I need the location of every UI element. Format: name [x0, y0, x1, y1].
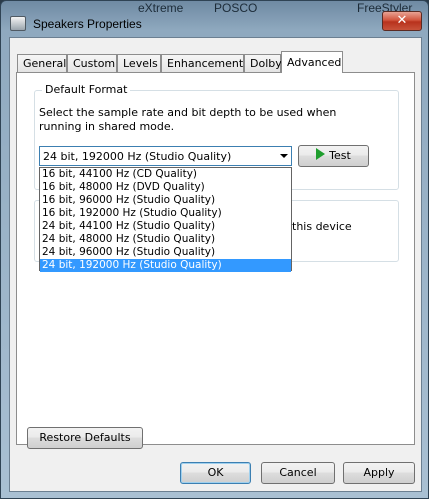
test-button[interactable]: Test: [298, 145, 369, 167]
tab-general[interactable]: General: [17, 54, 67, 72]
default-format-label: Default Format: [42, 83, 131, 96]
dropdown-option[interactable]: 16 bit, 192000 Hz (Studio Quality): [40, 207, 291, 220]
background-app-text: POSCO: [214, 1, 258, 15]
dropdown-option[interactable]: 16 bit, 44100 Hz (CD Quality): [40, 168, 291, 181]
dropdown-option[interactable]: 24 bit, 96000 Hz (Studio Quality): [40, 246, 291, 259]
tab-enhancements[interactable]: Enhancements: [161, 54, 249, 72]
test-button-label: Test: [329, 149, 351, 162]
combobox-selected-value: 24 bit, 192000 Hz (Studio Quality): [43, 150, 232, 163]
speaker-app-icon: [10, 16, 26, 31]
play-icon: [316, 148, 326, 160]
ok-button[interactable]: OK: [180, 462, 251, 484]
sample-rate-dropdown-list: 16 bit, 44100 Hz (CD Quality) 16 bit, 48…: [39, 167, 292, 272]
dropdown-option[interactable]: 16 bit, 48000 Hz (DVD Quality): [40, 181, 291, 194]
speakers-properties-window: eXtreme POSCO FreeStyler Speakers Proper…: [0, 0, 429, 499]
chevron-down-icon[interactable]: [280, 154, 288, 158]
window-title: Speakers Properties: [33, 17, 142, 31]
dropdown-option[interactable]: 24 bit, 44100 Hz (Studio Quality): [40, 220, 291, 233]
sample-rate-combobox[interactable]: 24 bit, 192000 Hz (Studio Quality): [39, 146, 292, 166]
advanced-tab-panel: Default Format Select the sample rate an…: [16, 72, 415, 449]
close-icon: ✕: [396, 13, 408, 28]
tab-custom[interactable]: Custom: [67, 54, 117, 72]
tab-dolby[interactable]: Dolby: [244, 54, 282, 72]
apply-button[interactable]: Apply: [343, 462, 415, 484]
tab-advanced[interactable]: Advanced: [281, 51, 343, 73]
cancel-button[interactable]: Cancel: [261, 462, 335, 484]
dropdown-option[interactable]: 16 bit, 96000 Hz (Studio Quality): [40, 194, 291, 207]
default-format-description: Select the sample rate and bit depth to …: [39, 106, 337, 133]
background-app-text: eXtreme: [138, 1, 184, 15]
restore-defaults-button[interactable]: Restore Defaults: [27, 427, 143, 449]
exclusive-mode-partial-text: this device: [292, 220, 352, 233]
dropdown-option-selected[interactable]: 24 bit, 192000 Hz (Studio Quality): [40, 259, 291, 272]
close-button[interactable]: ✕: [382, 11, 422, 31]
dialog-client-area: General Custom Levels Enhancements Dolby…: [9, 37, 422, 492]
tab-levels[interactable]: Levels: [117, 54, 161, 72]
dropdown-option[interactable]: 24 bit, 48000 Hz (Studio Quality): [40, 233, 291, 246]
title-bar[interactable]: eXtreme POSCO FreeStyler Speakers Proper…: [1, 1, 428, 37]
